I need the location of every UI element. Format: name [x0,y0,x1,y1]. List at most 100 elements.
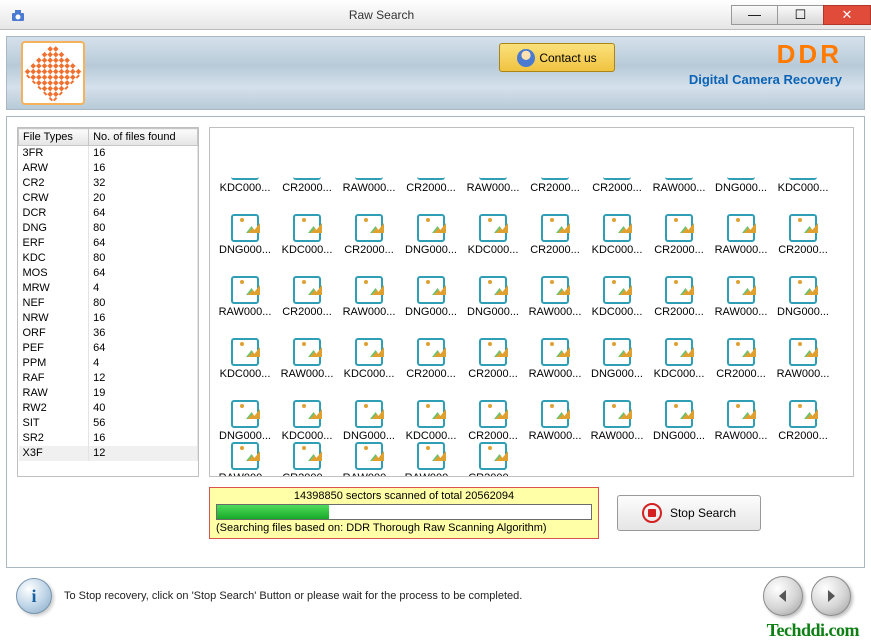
thumbnail-item[interactable]: RAW000... [648,132,710,194]
thumbnail-item[interactable]: CR2000... [276,256,338,318]
thumbnail-item[interactable]: CR2000... [400,318,462,380]
table-row[interactable]: ARW16 [19,161,198,176]
minimize-button[interactable]: — [731,5,777,25]
thumbnail-item[interactable]: RAW000... [400,442,462,477]
thumbnail-item[interactable]: CR2000... [648,194,710,256]
image-icon [417,400,445,428]
thumbnail-item[interactable]: RAW000... [586,380,648,442]
thumbnail-item[interactable]: CR2000... [276,442,338,477]
table-row[interactable]: CRW20 [19,191,198,206]
thumbnail-item[interactable]: CR2000... [276,132,338,194]
thumbnail-item[interactable]: CR2000... [462,380,524,442]
thumbnail-item[interactable]: DNG000... [400,256,462,318]
thumbnail-item[interactable]: CR2000... [400,132,462,194]
table-row[interactable]: NEF80 [19,296,198,311]
thumbnail-item[interactable]: DNG000... [400,194,462,256]
table-row[interactable]: ERF64 [19,236,198,251]
thumbnail-item[interactable]: DNG000... [648,380,710,442]
thumbnail-item[interactable]: CR2000... [338,194,400,256]
file-count-cell: 4 [89,281,198,296]
maximize-button[interactable]: ☐ [777,5,823,25]
file-types-panel[interactable]: File Types No. of files found 3FR16ARW16… [17,127,199,477]
thumbnail-item[interactable]: CR2000... [710,318,772,380]
thumbnail-item[interactable]: CR2000... [462,318,524,380]
thumbnail-item[interactable]: RAW000... [710,256,772,318]
thumbnail-item[interactable]: KDC000... [400,380,462,442]
thumbnail-item[interactable]: CR2000... [524,132,586,194]
thumbnail-item[interactable]: RAW000... [214,442,276,477]
close-button[interactable]: ✕ [823,5,871,25]
thumbnail-item[interactable]: RAW000... [710,194,772,256]
table-row[interactable]: RW240 [19,401,198,416]
thumbnail-item[interactable]: RAW000... [524,256,586,318]
col-file-types[interactable]: File Types [19,129,89,146]
thumbnail-item[interactable]: KDC000... [648,318,710,380]
thumbnail-item[interactable]: RAW000... [772,318,834,380]
thumbnail-label: RAW000... [343,306,396,318]
thumbnail-item[interactable]: RAW000... [710,380,772,442]
thumbnail-item[interactable]: DNG000... [772,256,834,318]
thumbnail-item[interactable]: KDC000... [214,318,276,380]
thumbnail-label: CR2000... [716,368,766,380]
table-row[interactable]: CR232 [19,176,198,191]
file-count-cell: 80 [89,296,198,311]
table-row[interactable]: SIT56 [19,416,198,431]
thumbnail-label: CR2000... [406,182,456,194]
thumbnail-item[interactable]: RAW000... [524,380,586,442]
thumbnail-item[interactable]: RAW000... [276,318,338,380]
thumbnail-item[interactable]: DNG000... [338,380,400,442]
thumbnail-item[interactable]: CR2000... [772,194,834,256]
table-row[interactable]: 3FR16 [19,146,198,162]
table-row[interactable]: KDC80 [19,251,198,266]
thumbnail-item[interactable]: CR2000... [648,256,710,318]
thumbnail-item[interactable]: CR2000... [586,132,648,194]
thumbnail-item[interactable]: KDC000... [586,194,648,256]
table-row[interactable]: RAF12 [19,371,198,386]
thumbnail-item[interactable]: RAW000... [524,318,586,380]
image-icon [479,174,507,180]
thumbnail-item[interactable]: KDC000... [338,318,400,380]
thumbnail-item[interactable]: RAW000... [338,256,400,318]
thumbnail-item[interactable]: KDC000... [214,132,276,194]
thumbnail-item[interactable]: CR2000... [462,442,524,477]
thumbnail-item[interactable]: KDC000... [276,194,338,256]
table-row[interactable]: SR216 [19,431,198,446]
thumbnail-item[interactable]: RAW000... [338,442,400,477]
contact-us-button[interactable]: Contact us [499,43,615,72]
thumbnail-item[interactable]: KDC000... [276,380,338,442]
forward-button[interactable] [811,576,851,616]
thumbnail-item[interactable]: DNG000... [710,132,772,194]
table-row[interactable]: PEF64 [19,341,198,356]
file-count-cell: 56 [89,416,198,431]
thumbnail-item[interactable]: CR2000... [772,380,834,442]
thumbnail-item[interactable]: RAW000... [338,132,400,194]
thumbnail-item[interactable]: KDC000... [586,256,648,318]
col-file-count[interactable]: No. of files found [89,129,198,146]
table-row[interactable]: RAW19 [19,386,198,401]
thumbnail-item[interactable]: KDC000... [462,194,524,256]
thumbnail-item[interactable]: KDC000... [772,132,834,194]
thumbnail-item[interactable]: RAW000... [214,256,276,318]
scan-progress-text: 14398850 sectors scanned of total 205620… [216,490,592,502]
table-row[interactable]: PPM4 [19,356,198,371]
thumbnail-item[interactable]: CR2000... [524,194,586,256]
contact-label: Contact us [539,51,596,65]
thumbnail-item[interactable]: RAW000... [462,132,524,194]
thumbnails-panel[interactable]: KDC000...CR2000...RAW000...CR2000...RAW0… [209,127,854,477]
table-row[interactable]: NRW16 [19,311,198,326]
thumbnail-item[interactable]: DNG000... [214,194,276,256]
thumbnail-item[interactable]: DNG000... [214,380,276,442]
thumbnail-item[interactable]: DNG000... [586,318,648,380]
table-row[interactable]: ORF36 [19,326,198,341]
table-row[interactable]: DCR64 [19,206,198,221]
window-controls: — ☐ ✕ [731,5,871,25]
thumbnail-item[interactable]: DNG000... [462,256,524,318]
image-icon [479,276,507,304]
table-row[interactable]: X3F12 [19,446,198,461]
table-row[interactable]: DNG80 [19,221,198,236]
table-row[interactable]: MOS64 [19,266,198,281]
table-row[interactable]: MRW4 [19,281,198,296]
file-count-cell: 12 [89,446,198,461]
back-button[interactable] [763,576,803,616]
stop-search-button[interactable]: Stop Search [617,495,761,531]
